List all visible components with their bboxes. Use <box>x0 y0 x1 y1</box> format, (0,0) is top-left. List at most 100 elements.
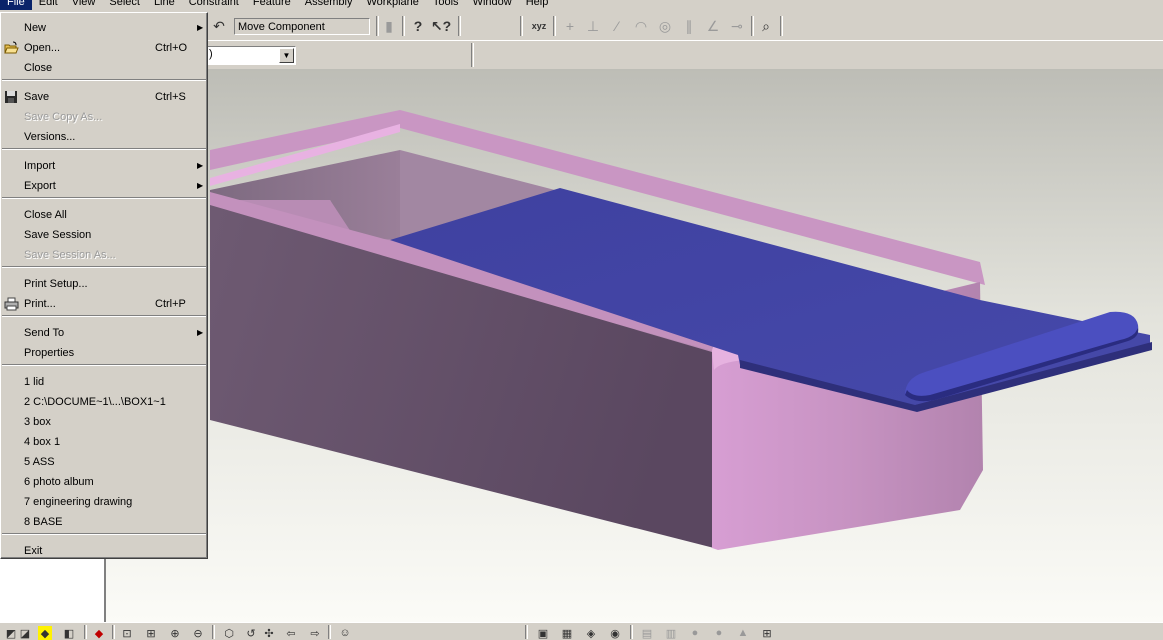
menu-item-label: Save Copy As... <box>24 111 103 123</box>
file-menu-item-3-box[interactable]: 3 box <box>1 412 207 432</box>
file-menu-item-exit[interactable]: Exit <box>1 541 207 561</box>
sheet-metal-icon[interactable]: ◉ <box>608 626 622 640</box>
view-cube-icon[interactable]: ⬡ <box>222 626 236 640</box>
menu-tools[interactable]: Tools <box>426 0 466 10</box>
floppy-disk-icon <box>4 90 19 104</box>
pin-icon[interactable]: + <box>561 17 579 35</box>
menu-item-label: Close <box>24 62 53 74</box>
file-menu-item-close-all[interactable]: Close All <box>1 205 207 225</box>
sketch-icon[interactable]: ◩ <box>4 626 18 640</box>
line-icon[interactable]: ⁄ <box>608 17 626 35</box>
toolbar-separator <box>525 625 528 639</box>
component-icon[interactable]: ▮ <box>380 17 398 35</box>
menu-item-label: Send To <box>24 327 65 339</box>
file-menu-item-8-base[interactable]: 8 BASE <box>1 512 207 532</box>
menu-item-label: Export <box>24 180 56 192</box>
zoom-fit-icon[interactable]: ⊞ <box>144 626 158 640</box>
zoom-in-icon[interactable]: ⊕ <box>168 626 182 640</box>
menu-file[interactable]: File <box>0 0 32 10</box>
toolbar-separator <box>780 16 783 36</box>
file-menu-item-6-photo-album[interactable]: 6 photo album <box>1 472 207 492</box>
menu-item-shortcut: Ctrl+P <box>155 298 186 310</box>
constraint-icon[interactable]: ▤ <box>640 626 654 640</box>
menu-bar: File Edit View Select Line Constraint Feature A… <box>0 0 1163 10</box>
menu-select[interactable]: Select <box>102 0 147 10</box>
menu-workplane[interactable]: Workplane <box>359 0 425 10</box>
file-menu-item-7-engineering-drawing[interactable]: 7 engineering drawing <box>1 492 207 512</box>
rotate-icon[interactable]: ↺ <box>244 626 258 640</box>
menu-item-label: Save Session As... <box>24 249 116 261</box>
file-menu-item-send-to[interactable]: Send To ▶ <box>1 323 207 343</box>
constraint-icon[interactable]: ▥ <box>664 626 678 640</box>
file-menu-item-export[interactable]: Export ▶ <box>1 176 207 196</box>
file-menu-item-2-c-docume-1-box1-1[interactable]: 2 C:\DOCUME~1\...\BOX1~1 <box>1 392 207 412</box>
file-menu-item-4-box-1[interactable]: 4 box 1 <box>1 432 207 452</box>
next-view-icon[interactable]: ⇨ <box>308 626 322 640</box>
menu-edit[interactable]: Edit <box>32 0 65 10</box>
command-field[interactable]: Move Component <box>234 18 370 35</box>
whats-this-icon[interactable]: ↖? <box>431 17 451 35</box>
menu-constraint[interactable]: Constraint <box>182 0 246 10</box>
file-menu-item-open[interactable]: Open... Ctrl+O <box>1 38 207 58</box>
help-icon[interactable]: ? <box>409 17 427 35</box>
file-menu-item-versions[interactable]: Versions... <box>1 127 207 147</box>
menu-item-label: Close All <box>24 209 67 221</box>
toolbar-separator <box>328 625 331 639</box>
file-menu-item-new[interactable]: New ▶ <box>1 18 207 38</box>
file-menu-item-save-session[interactable]: Save Session <box>1 225 207 245</box>
undo-icon[interactable]: ↶ <box>210 17 228 35</box>
toolbar-separator <box>402 16 405 36</box>
menu-feature[interactable]: Feature <box>246 0 298 10</box>
box-model-render <box>210 110 1152 550</box>
constraint-icon[interactable]: ▲ <box>736 626 750 640</box>
menu-view[interactable]: View <box>65 0 103 10</box>
file-menu-item-import[interactable]: Import ▶ <box>1 156 207 176</box>
menu-item-label: 5 ASS <box>24 456 55 468</box>
3d-viewport[interactable] <box>106 69 1163 622</box>
perpendicular-icon[interactable]: ⊥ <box>584 17 602 35</box>
concentric-icon[interactable]: ◎ <box>656 17 674 35</box>
xyz-axis-icon[interactable]: xyz <box>530 17 548 35</box>
pan-icon[interactable]: ✣ <box>262 626 276 640</box>
arc-icon[interactable]: ◠ <box>632 17 650 35</box>
angle-icon[interactable]: ∠ <box>704 17 722 35</box>
file-menu-item-save[interactable]: Save Ctrl+S <box>1 87 207 107</box>
zoom-icon[interactable]: ⌕ <box>757 17 775 35</box>
submenu-arrow-icon: ▶ <box>197 181 204 190</box>
constraint-icon[interactable]: ● <box>688 626 702 640</box>
render-icon[interactable]: ◆ <box>92 626 106 640</box>
menu-help[interactable]: Help <box>519 0 556 10</box>
menu-assembly[interactable]: Assembly <box>298 0 360 10</box>
file-menu-item-properties[interactable]: Properties <box>1 343 207 363</box>
chevron-down-icon[interactable]: ▼ <box>279 48 294 63</box>
shade-icon[interactable]: ◆ <box>38 626 52 640</box>
assembly-icon[interactable]: ▦ <box>560 626 574 640</box>
selection-combo[interactable]: ) ▼ <box>205 46 296 65</box>
extrude-icon[interactable]: ◪ <box>18 626 32 640</box>
file-menu-item-print-setup[interactable]: Print Setup... <box>1 274 207 294</box>
open-folder-icon <box>4 41 19 55</box>
menu-item-label: 3 box <box>24 416 51 428</box>
menu-line[interactable]: Line <box>147 0 182 10</box>
part-icon[interactable]: ▣ <box>536 626 550 640</box>
zoom-out-icon[interactable]: ⊖ <box>191 626 205 640</box>
parallel-icon[interactable]: ∥ <box>680 17 698 35</box>
shaded-edges-icon[interactable]: ◧ <box>62 626 76 640</box>
smiley-icon[interactable]: ☺ <box>338 626 352 640</box>
constraint-icon[interactable]: ● <box>712 626 726 640</box>
menu-item-label: Save <box>24 91 50 103</box>
mate-icon[interactable]: ⊞ <box>760 626 774 640</box>
file-menu-item-1-lid[interactable]: 1 lid <box>1 372 207 392</box>
menu-window[interactable]: Window <box>466 0 519 10</box>
menu-item-label: Properties <box>24 347 75 359</box>
toolbar-separator <box>553 16 556 36</box>
toolbar-divider <box>471 43 474 67</box>
file-menu-item-print[interactable]: Print... Ctrl+P <box>1 294 207 314</box>
submenu-arrow-icon: ▶ <box>197 328 204 337</box>
tangent-icon[interactable]: ⊸ <box>728 17 746 35</box>
previous-view-icon[interactable]: ⇦ <box>284 626 298 640</box>
file-menu-item-close[interactable]: Close <box>1 58 207 78</box>
file-menu-item-5-ass[interactable]: 5 ASS <box>1 452 207 472</box>
drawing-icon[interactable]: ◈ <box>584 626 598 640</box>
zoom-window-icon[interactable]: ⊡ <box>120 626 134 640</box>
